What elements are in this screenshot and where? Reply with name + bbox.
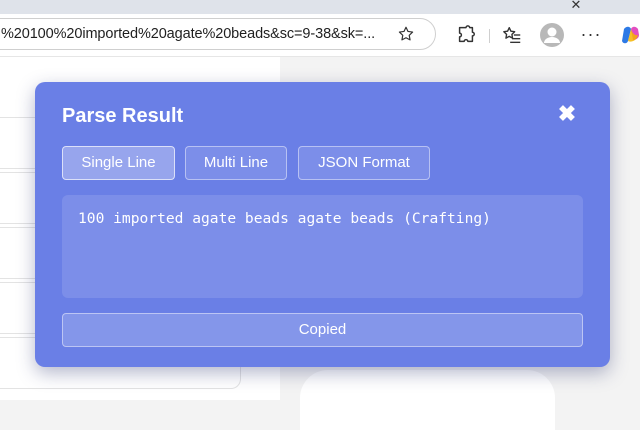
address-bar[interactable]: %20100%20imported%20agate%20beads&sc=9-3… (0, 18, 436, 50)
parse-result-popup: Parse Result ✖ Single Line Multi Line JS… (35, 82, 610, 367)
favorites-icon[interactable] (501, 24, 523, 46)
result-output-box[interactable]: 100 imported agate beads agate beads (Cr… (62, 195, 583, 298)
popup-title: Parse Result (62, 105, 184, 127)
profile-icon[interactable] (539, 22, 565, 48)
close-window-icon: ✕ (570, 0, 582, 12)
close-icon[interactable]: ✖ (555, 102, 579, 126)
address-url[interactable]: %20100%20imported%20agate%20beads&sc=9-3… (1, 19, 399, 49)
tab-multi-line[interactable]: Multi Line (185, 146, 287, 180)
tab-json-format[interactable]: JSON Format (298, 146, 430, 180)
tab-single-line[interactable]: Single Line (62, 146, 175, 180)
background-card (300, 370, 555, 430)
copilot-icon[interactable] (620, 24, 640, 46)
extensions-icon[interactable] (455, 24, 477, 46)
toolbar-divider (489, 29, 490, 43)
star-icon[interactable] (397, 25, 415, 43)
browser-toolbar: %20100%20imported%20agate%20beads&sc=9-3… (0, 14, 640, 57)
more-icon[interactable]: ··· (580, 24, 602, 46)
close-window-button[interactable]: ✕ (556, 0, 596, 14)
copy-button[interactable]: Copied (62, 313, 583, 347)
result-text: 100 imported agate beads agate beads (Cr… (78, 210, 491, 227)
title-bar: ✕ (0, 0, 640, 14)
